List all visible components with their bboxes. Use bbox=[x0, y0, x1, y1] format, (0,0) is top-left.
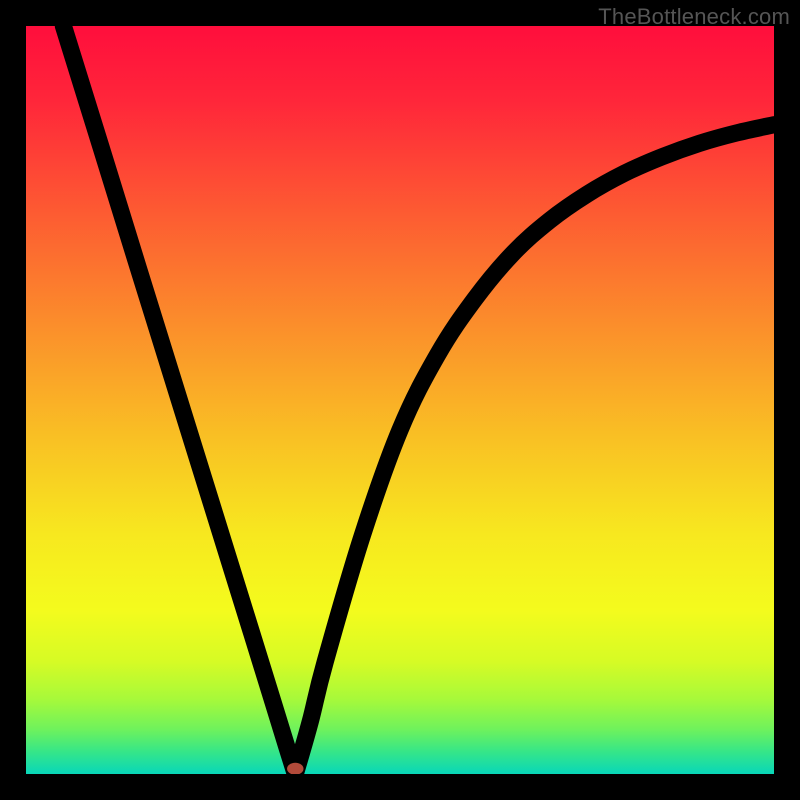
bottleneck-curve bbox=[26, 26, 774, 774]
chart-frame: TheBottleneck.com bbox=[0, 0, 800, 800]
curve-left-branch bbox=[63, 26, 295, 774]
watermark-text: TheBottleneck.com bbox=[598, 4, 790, 30]
curve-right-branch bbox=[295, 125, 774, 774]
plot-area bbox=[26, 26, 774, 774]
